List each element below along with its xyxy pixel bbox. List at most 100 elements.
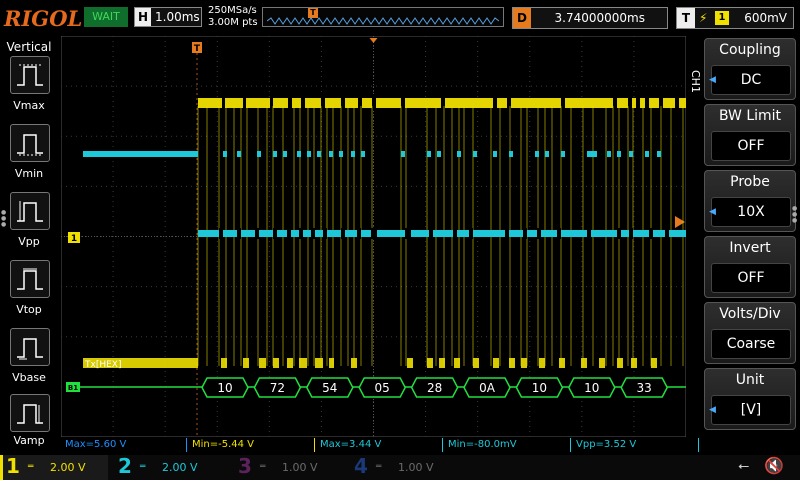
waveform-display[interactable]: T 1 Tx[HEX] B1 10 72 54 05 28 0A 10 10 33 bbox=[61, 36, 686, 437]
timebase-value: 1.00ms bbox=[155, 10, 200, 24]
meas-readout-3: Max=3.44 V bbox=[316, 438, 443, 452]
vamp-button[interactable] bbox=[10, 394, 50, 432]
meas-readout-2-text: Min=-5.44 V bbox=[192, 439, 255, 450]
ch2-gap bbox=[341, 228, 345, 239]
ch2-gap bbox=[523, 228, 527, 239]
channel-4-tab[interactable]: 4 ═ 1.00 V bbox=[348, 454, 458, 480]
vpp-icon bbox=[17, 201, 43, 222]
menu-item-title: BW Limit bbox=[718, 108, 782, 124]
delay-value: 3.74000000ms bbox=[554, 11, 645, 25]
menu-item-value: Coarse bbox=[711, 329, 791, 359]
menu-item-value: DC bbox=[711, 65, 791, 95]
ch2-high-pulse bbox=[427, 151, 431, 157]
ch1-gap bbox=[493, 96, 497, 110]
ch1-low-pulse bbox=[617, 358, 623, 368]
menu-unit[interactable]: Unit [V] ◀ bbox=[704, 368, 796, 430]
ch1-low-pulse bbox=[521, 358, 527, 368]
measure-panel-title: Vertical bbox=[6, 40, 52, 54]
menu-bw-limit[interactable]: BW Limit OFF bbox=[704, 104, 796, 166]
more-dots-icon: ● ● ● bbox=[1, 209, 7, 228]
delay-tag: D bbox=[513, 8, 531, 28]
channel-1-scale: 2.00 V bbox=[50, 461, 86, 474]
ch2-high-pulse bbox=[307, 151, 311, 157]
ch2-high-pulse bbox=[297, 151, 301, 157]
menu-volts-div[interactable]: Volts/Div Coarse bbox=[704, 302, 796, 364]
ch2-high-pulse bbox=[493, 151, 497, 157]
bus-marker-label: B1 bbox=[68, 384, 78, 392]
menu-item-value: OFF bbox=[711, 131, 791, 161]
ch1-low-pulse bbox=[473, 358, 479, 368]
channel-1-tab[interactable]: 1 ═ 2.00 V bbox=[0, 454, 108, 480]
vtop-icon bbox=[17, 268, 43, 290]
ch2-gap bbox=[287, 228, 291, 239]
horizontal-delay-readout[interactable]: D 3.74000000ms bbox=[512, 7, 668, 29]
ch2-high-pulse bbox=[257, 151, 261, 157]
ch2-gap bbox=[357, 228, 361, 239]
ch2-gap bbox=[629, 228, 633, 239]
menu-probe[interactable]: Probe 10X ◀ bbox=[704, 170, 796, 232]
channel-4-number: 4 bbox=[354, 454, 368, 478]
ch2-gap bbox=[649, 228, 653, 239]
channel-3-tab[interactable]: 3 ═ 1.00 V bbox=[232, 454, 342, 480]
menu-item-title: Probe bbox=[730, 174, 770, 190]
menu-item-value: OFF bbox=[711, 263, 791, 293]
vtop-label: Vtop bbox=[16, 303, 42, 316]
trigger-source-badge: 1 bbox=[715, 11, 729, 25]
ch2-gap bbox=[405, 228, 411, 239]
ch2-high-pulse bbox=[329, 151, 333, 157]
memory-position-tracker[interactable]: T bbox=[262, 7, 504, 27]
ch2-gap bbox=[255, 228, 259, 239]
ch2-high-pulse bbox=[617, 151, 621, 157]
ch1-low-pulse bbox=[651, 358, 657, 368]
rising-edge-icon: ⚡ bbox=[699, 11, 708, 25]
ch1-low-pulse bbox=[493, 358, 499, 368]
ch1-gap bbox=[321, 96, 325, 110]
meas-readout-4: Min=-80.0mV bbox=[444, 438, 571, 452]
menu-item-title: Volts/Div bbox=[719, 306, 781, 322]
ch1-low-pulse bbox=[259, 358, 266, 368]
channel-2-tab[interactable]: 2 ═ 2.00 V bbox=[112, 454, 222, 480]
ch2-gap bbox=[537, 228, 541, 239]
decoded-byte-label: 10 bbox=[217, 381, 232, 395]
trigger-tag: T bbox=[677, 8, 695, 28]
decoded-byte-label: 28 bbox=[427, 381, 442, 395]
channel-1-number: 1 bbox=[6, 454, 20, 478]
bus-label: Tx[HEX] bbox=[84, 360, 121, 370]
channel-menu-label: CH1 bbox=[689, 70, 702, 93]
ch2-high-pulse bbox=[361, 151, 365, 157]
vmax-button[interactable] bbox=[10, 56, 50, 94]
run-status-badge[interactable]: WAIT bbox=[84, 7, 128, 27]
ch1-gap bbox=[222, 96, 225, 110]
ch2-high-pulse bbox=[607, 151, 611, 157]
timebase-tag: H bbox=[135, 8, 151, 26]
channel-3-scale: 1.00 V bbox=[282, 461, 318, 474]
meas-readout-5-text: Vpp=3.52 V bbox=[576, 439, 637, 450]
vtop-button[interactable] bbox=[10, 260, 50, 298]
menu-item-value: [V] bbox=[711, 395, 791, 425]
vbase-label: Vbase bbox=[12, 371, 46, 384]
ch2-high-pulse bbox=[509, 151, 513, 157]
speaker-muted-icon[interactable]: 🔇 bbox=[764, 456, 784, 475]
ch1-low-pulse bbox=[631, 358, 637, 368]
ch1-low-pulse bbox=[427, 358, 433, 368]
ch2-gap bbox=[617, 228, 621, 239]
ch1-low-pulse bbox=[287, 358, 293, 368]
channel-2-scale: 2.00 V bbox=[162, 461, 198, 474]
ch2-gap bbox=[323, 228, 327, 239]
channel-2-number: 2 bbox=[118, 454, 132, 478]
timebase-readout[interactable]: H 1.00ms bbox=[134, 7, 202, 27]
channel-bar: 1 ═ 2.00 V 2 ═ 2.00 V 3 ═ 1.00 V 4 ═ 1.0… bbox=[0, 454, 800, 480]
ch2-high-pulse bbox=[645, 151, 649, 157]
ch1-low-pulse bbox=[599, 358, 605, 368]
vmin-button[interactable] bbox=[10, 124, 50, 162]
ch1-gap bbox=[341, 96, 345, 110]
ch2-gap bbox=[299, 228, 303, 239]
vamp-icon bbox=[17, 404, 43, 424]
ch2-gap bbox=[469, 228, 473, 239]
menu-coupling[interactable]: Coupling DC ◀ bbox=[704, 38, 796, 100]
trigger-readout[interactable]: T ⚡ 1 600mV bbox=[676, 7, 794, 29]
vbase-button[interactable] bbox=[10, 328, 50, 366]
menu-invert[interactable]: Invert OFF bbox=[704, 236, 796, 298]
vpp-button[interactable] bbox=[10, 192, 50, 230]
ch1-gap bbox=[372, 96, 376, 110]
